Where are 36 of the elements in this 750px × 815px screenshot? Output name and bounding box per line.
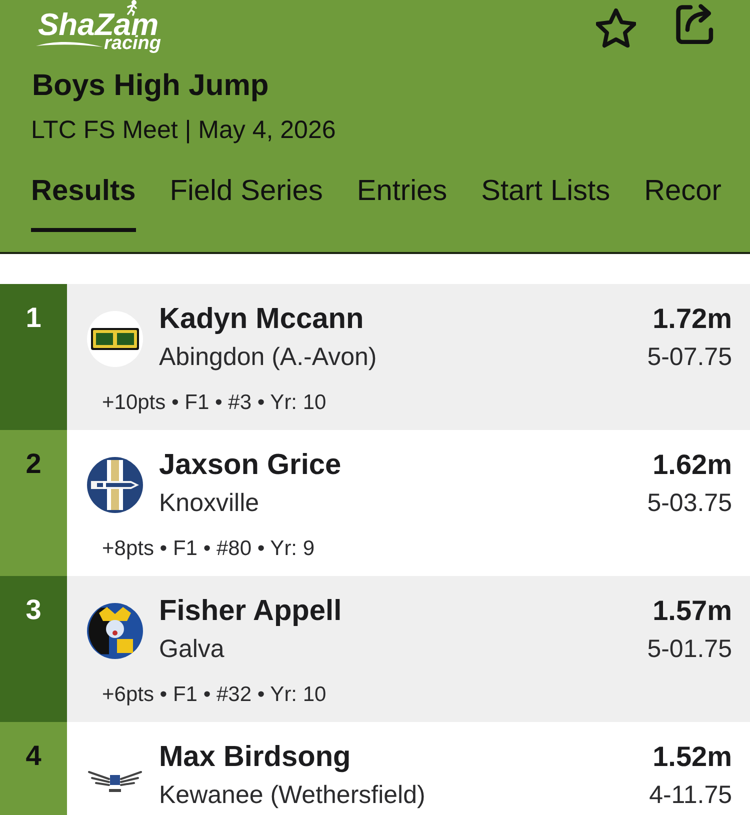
mark-metric: 1.52m — [652, 740, 732, 774]
team-logo-icon — [87, 457, 143, 513]
team-logo-icon — [87, 311, 143, 367]
result-row[interactable]: Fisher Appell Galva 1.57m 5-01.75 +6pts • F1 • #32 • Yr: 10 — [67, 576, 750, 722]
athlete-name: Jaxson Grice — [159, 448, 342, 483]
tab[interactable]: Field Series — [170, 174, 323, 232]
mark-imperial: 4-11.75 — [649, 780, 732, 811]
athlete-name: Fisher Appell — [159, 594, 343, 629]
school-name: Kewanee (Wethersfield) — [159, 780, 426, 811]
school-name: Galva — [159, 634, 226, 665]
result-details: +8pts • F1 • #80 • Yr: 9 — [101, 536, 316, 562]
rank-number: 1 — [26, 302, 42, 333]
event-title: Boys High Jump — [31, 68, 270, 104]
athlete-name: Kadyn Mccann — [159, 302, 365, 337]
result-row[interactable]: Kadyn Mccann Abingdon (A.-Avon) 1.72m 5-07.75 +10pts • F1 • #3 • Yr: 10 — [67, 284, 750, 430]
mark-metric: 1.72m — [652, 302, 732, 336]
mark-imperial: 5-03.75 — [647, 488, 732, 519]
mark-imperial: 5-07.75 — [647, 342, 732, 373]
athlete-name: Max Birdsong — [159, 740, 352, 775]
rank-number: 4 — [26, 740, 42, 771]
school-name: Abingdon (A.-Avon) — [159, 342, 378, 373]
meet-subtitle: LTC FS Meet | May 4, 2026 — [30, 115, 337, 146]
rank-number: 2 — [26, 448, 42, 479]
mark-metric: 1.57m — [652, 594, 732, 628]
result-details: +6pts • F1 • #32 • Yr: 10 — [101, 682, 328, 708]
tab[interactable]: Entries — [356, 174, 448, 232]
team-logo-icon — [87, 603, 143, 659]
school-name: Knoxville — [159, 488, 260, 519]
rank-number: 3 — [26, 594, 42, 625]
tab[interactable]: Recor — [644, 174, 722, 232]
tab[interactable]: Start Lists — [481, 174, 610, 232]
mark-metric: 1.62m — [652, 448, 732, 482]
result-details: +10pts • F1 • #3 • Yr: 10 — [101, 390, 328, 416]
star-icon[interactable] — [596, 8, 636, 48]
tab[interactable]: Results — [31, 174, 136, 232]
mark-imperial: 5-01.75 — [647, 634, 732, 665]
